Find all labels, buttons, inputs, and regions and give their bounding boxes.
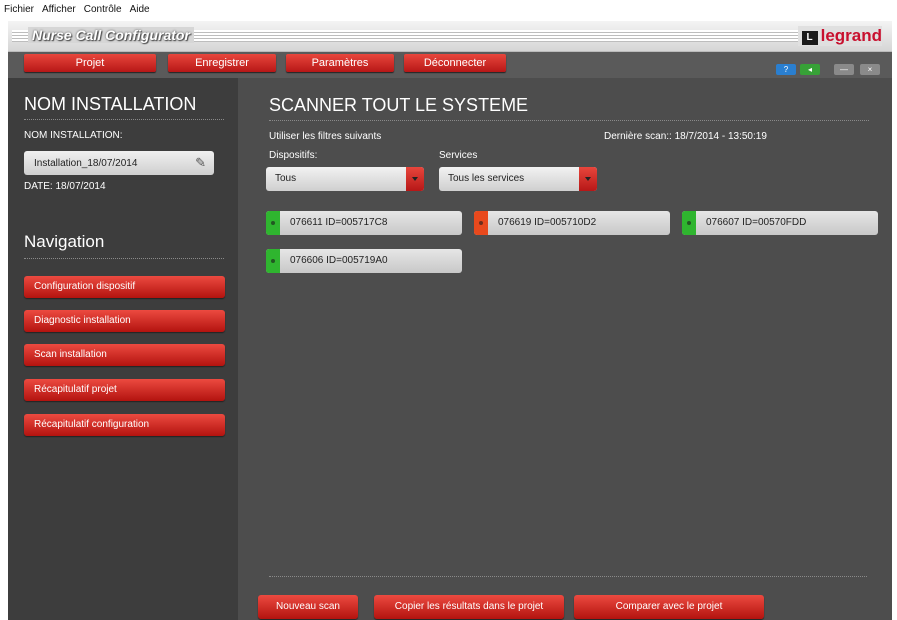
device-label: 076611 ID=005717C8: [290, 217, 388, 228]
nav-recapitulatif-configuration[interactable]: Récapitulatif configuration: [24, 414, 225, 436]
device-label: 076607 ID=00570FDD: [706, 217, 807, 228]
menu-afficher[interactable]: Afficher: [38, 0, 80, 20]
edit-pencil-icon[interactable]: ✎: [195, 155, 206, 171]
services-select-value: Tous les services: [448, 173, 525, 184]
deconnecter-button[interactable]: Déconnecter: [404, 54, 506, 72]
device-label: 076619 ID=005710D2: [498, 217, 597, 228]
divider: [24, 258, 224, 259]
menu-controle[interactable]: Contrôle: [80, 0, 126, 20]
brand-name: legrand: [820, 26, 882, 45]
status-led-icon: [266, 211, 280, 235]
divider: [269, 576, 867, 577]
enregistrer-button[interactable]: Enregistrer: [168, 54, 276, 72]
sidebar: NOM INSTALLATION NOM INSTALLATION: Insta…: [8, 78, 238, 620]
device-item[interactable]: 076611 ID=005717C8: [266, 211, 462, 235]
help-icon[interactable]: ?: [776, 64, 796, 75]
divider: [24, 119, 224, 120]
device-item[interactable]: 076619 ID=005710D2: [474, 211, 670, 235]
legrand-logo-icon: L: [801, 31, 818, 45]
nav-configuration-dispositif[interactable]: Configuration dispositif: [24, 276, 225, 298]
device-label: 076606 ID=005719A0: [290, 255, 388, 266]
toolbar: Projet Enregistrer Paramètres Déconnecte…: [8, 52, 892, 78]
chevron-down-icon[interactable]: [579, 167, 597, 191]
close-icon[interactable]: ×: [860, 64, 880, 75]
install-name-field[interactable]: Installation_18/07/2014 ✎: [24, 151, 214, 175]
filters-label: Utiliser les filtres suivants: [269, 131, 382, 142]
services-select[interactable]: Tous les services: [439, 167, 597, 191]
install-heading: NOM INSTALLATION: [24, 94, 197, 114]
app-window: Nurse Call Configurator Llegrand Projet …: [8, 21, 892, 620]
minimize-icon[interactable]: —: [834, 64, 854, 75]
nouveau-scan-button[interactable]: Nouveau scan: [258, 595, 358, 619]
menu-aide[interactable]: Aide: [126, 0, 154, 20]
devices-select-value: Tous: [275, 173, 297, 184]
title-bar: Nurse Call Configurator Llegrand: [8, 21, 892, 52]
parametres-button[interactable]: Paramètres: [286, 54, 394, 72]
status-led-icon: [266, 249, 280, 273]
nav-recapitulatif-projet[interactable]: Récapitulatif projet: [24, 379, 225, 401]
divider: [269, 120, 869, 121]
install-name-value: Installation_18/07/2014: [34, 158, 138, 169]
install-date: DATE: 18/07/2014: [24, 181, 106, 192]
device-item[interactable]: 076607 ID=00570FDD: [682, 211, 878, 235]
last-scan-label: Dernière scan:: 18/7/2014 - 13:50:19: [604, 131, 767, 142]
chevron-down-icon[interactable]: [406, 167, 424, 191]
install-name-label: NOM INSTALLATION:: [24, 130, 123, 141]
status-led-icon: [682, 211, 696, 235]
back-icon[interactable]: ◂: [800, 64, 820, 75]
navigation-heading: Navigation: [24, 232, 105, 251]
nav-scan-installation[interactable]: Scan installation: [24, 344, 225, 366]
devices-filter-label: Dispositifs:: [269, 150, 318, 161]
app-title: Nurse Call Configurator: [28, 27, 194, 43]
copier-resultats-button[interactable]: Copier les résultats dans le projet: [374, 595, 564, 619]
main-panel: SCANNER TOUT LE SYSTEME Utiliser les fil…: [238, 78, 892, 620]
comparer-projet-button[interactable]: Comparer avec le projet: [574, 595, 764, 619]
page-title: SCANNER TOUT LE SYSTEME: [269, 95, 529, 115]
nav-diagnostic-installation[interactable]: Diagnostic installation: [24, 310, 225, 332]
menu-fichier[interactable]: Fichier: [0, 0, 38, 20]
projet-button[interactable]: Projet: [24, 54, 156, 72]
status-led-icon: [474, 211, 488, 235]
menu-bar: Fichier Afficher Contrôle Aide: [0, 0, 897, 20]
brand-logo: Llegrand: [797, 26, 882, 46]
services-filter-label: Services: [439, 150, 478, 161]
device-item[interactable]: 076606 ID=005719A0: [266, 249, 462, 273]
devices-select[interactable]: Tous: [266, 167, 424, 191]
